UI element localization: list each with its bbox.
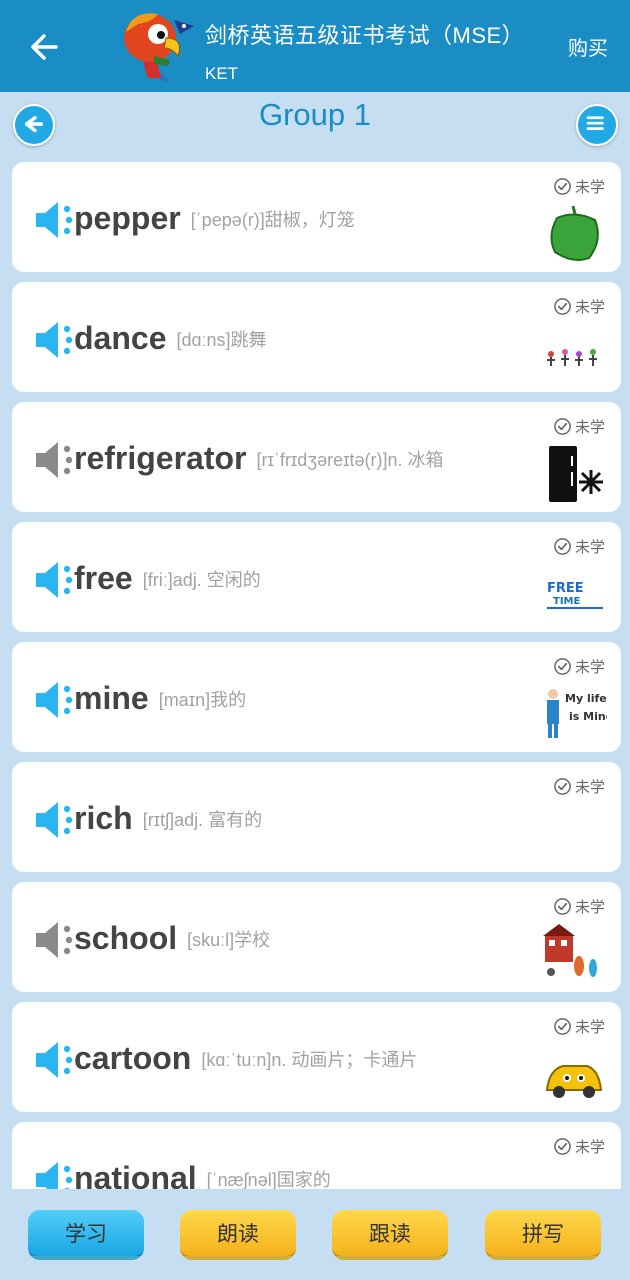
- my-life-image: My life is Mine: [547, 689, 607, 738]
- learn-status-badge: 未学: [553, 176, 605, 197]
- word-text: free: [74, 560, 133, 596]
- word-phonetic-meaning: [rɪˈfrɪdʒəreɪtə(r)]n. 冰箱: [256, 449, 444, 470]
- status-text: 未学: [574, 539, 605, 556]
- hamburger-menu-icon: [586, 116, 604, 130]
- speaker-icon[interactable]: [34, 1160, 74, 1189]
- word-phonetic-meaning: [friː]adj. 空闲的: [142, 569, 261, 590]
- word-card[interactable]: school [skuːl]学校 未学: [12, 882, 621, 992]
- svg-text:TIME: TIME: [553, 596, 580, 607]
- check-circle-icon: [554, 778, 571, 795]
- status-text: 未学: [574, 659, 605, 676]
- word-card[interactable]: dance [dɑːns]跳舞 未学: [12, 282, 621, 392]
- status-text: 未学: [574, 899, 605, 916]
- speaker-icon[interactable]: [34, 200, 74, 240]
- word-card[interactable]: mine [maɪn]我的 未学 My life is Mine: [12, 642, 621, 752]
- speaker-icon[interactable]: [34, 920, 74, 960]
- word-entry: mine [maɪn]我的: [74, 680, 246, 717]
- learn-status-badge: 未学: [553, 416, 605, 437]
- status-text: 未学: [574, 299, 605, 316]
- word-entry: national [ˈnæʃnəl]国家的: [74, 1160, 331, 1189]
- check-circle-icon: [554, 1138, 571, 1155]
- learn-status-badge: 未学: [553, 656, 605, 677]
- status-text: 未学: [574, 1139, 605, 1156]
- status-text: 未学: [574, 419, 605, 436]
- check-circle-icon: [554, 178, 571, 195]
- word-card[interactable]: free [friː]adj. 空闲的 未学 FREE TIME: [12, 522, 621, 632]
- parrot-mascot-logo: [124, 13, 194, 82]
- tab-follow-read[interactable]: 跟读: [332, 1210, 448, 1260]
- svg-text:is Mine: is Mine: [569, 710, 607, 723]
- school-image: [543, 924, 597, 977]
- word-phonetic-meaning: [ˈpepə(r)]甜椒，灯笼: [190, 209, 355, 230]
- word-card[interactable]: refrigerator [rɪˈfrɪdʒəreɪtə(r)]n. 冰箱 未学: [12, 402, 621, 512]
- word-entry: dance [dɑːns]跳舞: [74, 320, 267, 357]
- learn-status-badge: 未学: [553, 776, 605, 797]
- word-entry: refrigerator [rɪˈfrɪdʒəreɪtə(r)]n. 冰箱: [74, 440, 444, 477]
- word-card[interactable]: rich [rɪtʃ]adj. 富有的 未学: [12, 762, 621, 872]
- check-circle-icon: [554, 658, 571, 675]
- learn-status-badge: 未学: [553, 896, 605, 917]
- word-text: national: [74, 1160, 197, 1189]
- word-text: pepper: [74, 200, 181, 236]
- tab-read-aloud[interactable]: 朗读: [180, 1210, 296, 1260]
- word-card[interactable]: cartoon [kɑːˈtuːn]n. 动画片；卡通片 未学: [12, 1002, 621, 1112]
- cartoon-car-image: [545, 1065, 603, 1098]
- check-circle-icon: [554, 538, 571, 555]
- learn-status-badge: 未学: [553, 296, 605, 317]
- word-card[interactable]: pepper [ˈpepə(r)]甜椒，灯笼 未学: [12, 162, 621, 272]
- check-circle-icon: [554, 1018, 571, 1035]
- word-text: dance: [74, 320, 167, 356]
- speaker-icon[interactable]: [34, 560, 74, 600]
- svg-text:My life: My life: [565, 692, 607, 705]
- tab-spelling[interactable]: 拼写: [485, 1210, 601, 1260]
- speaker-icon[interactable]: [34, 1040, 74, 1080]
- word-card[interactable]: national [ˈnæʃnəl]国家的 未学: [12, 1122, 621, 1189]
- check-circle-icon: [554, 298, 571, 315]
- word-entry: free [friː]adj. 空闲的: [74, 560, 261, 597]
- word-entry: pepper [ˈpepə(r)]甜椒，灯笼: [74, 200, 355, 237]
- status-text: 未学: [574, 179, 605, 196]
- pepper-image: [550, 205, 599, 261]
- speaker-icon[interactable]: [34, 800, 74, 840]
- speaker-icon[interactable]: [34, 320, 74, 360]
- flags-image: [543, 1160, 607, 1189]
- word-text: school: [74, 920, 178, 956]
- check-circle-icon: [554, 898, 571, 915]
- word-text: cartoon: [74, 1040, 192, 1076]
- word-phonetic-meaning: [skuːl]学校: [187, 929, 271, 950]
- course-title: 剑桥英语五级证书考试（MSE）: [205, 23, 525, 48]
- word-list[interactable]: pepper [ˈpepə(r)]甜椒，灯笼 未学 dance [dɑːns]跳舞 未学 r…: [0, 162, 630, 1189]
- speaker-icon[interactable]: [34, 680, 74, 720]
- status-text: 未学: [574, 1019, 605, 1036]
- word-phonetic-meaning: [ˈnæʃnəl]国家的: [206, 1169, 331, 1190]
- course-level: KET: [205, 64, 239, 83]
- word-text: refrigerator: [74, 440, 247, 476]
- learn-status-badge: 未学: [553, 1136, 605, 1157]
- word-text: rich: [74, 800, 133, 836]
- word-entry: cartoon [kɑːˈtuːn]n. 动画片；卡通片: [74, 1040, 417, 1077]
- learn-status-badge: 未学: [553, 1016, 605, 1037]
- tab-study[interactable]: 学习: [28, 1210, 144, 1260]
- group-title: Group 1: [258, 97, 371, 132]
- group-menu-button[interactable]: [576, 104, 618, 146]
- arrow-left-icon[interactable]: [26, 27, 66, 67]
- learn-status-badge: 未学: [553, 536, 605, 557]
- word-phonetic-meaning: [kɑːˈtuːn]n. 动画片；卡通片: [201, 1049, 418, 1070]
- speaker-icon[interactable]: [34, 440, 74, 480]
- word-phonetic-meaning: [rɪtʃ]adj. 富有的: [142, 809, 263, 830]
- word-text: mine: [74, 680, 149, 716]
- word-entry: rich [rɪtʃ]adj. 富有的: [74, 800, 262, 837]
- app-header: 剑桥英语五级证书考试（MSE） KET 购买: [0, 0, 630, 92]
- dancers-image: [547, 349, 597, 366]
- buy-button[interactable]: 购买: [568, 32, 608, 61]
- word-entry: school [skuːl]学校: [74, 920, 270, 957]
- word-phonetic-meaning: [dɑːns]跳舞: [176, 329, 267, 350]
- free-time-image: FREETIME: [547, 581, 603, 609]
- fridge-image: [549, 446, 603, 502]
- svg-text:FREE: FREE: [547, 581, 584, 596]
- status-text: 未学: [574, 779, 605, 796]
- check-circle-icon: [554, 418, 571, 435]
- word-phonetic-meaning: [maɪn]我的: [158, 689, 247, 710]
